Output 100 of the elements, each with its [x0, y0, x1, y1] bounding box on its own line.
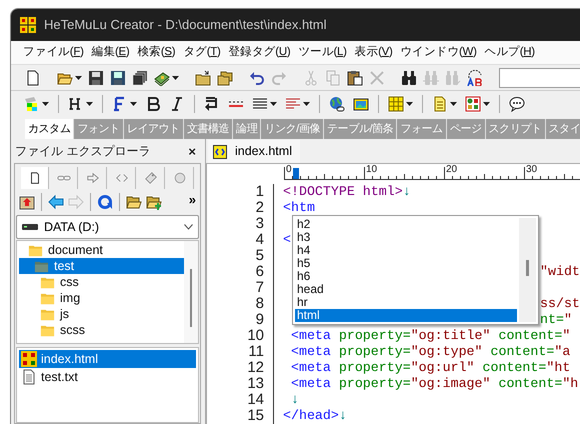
delete-icon [369, 70, 385, 86]
caret-icon [270, 102, 277, 106]
save-as-icon [110, 70, 126, 86]
book-icon [154, 70, 170, 86]
line-number: 11 [247, 344, 264, 360]
drive-icon [22, 224, 38, 230]
line-number: 5 [254, 248, 264, 264]
menu-item[interactable]: ツール(L) [298, 44, 347, 62]
find-next-icon [445, 70, 461, 86]
circle-icon [172, 171, 186, 185]
line-number: 6 [254, 264, 264, 280]
menu-item[interactable]: 編集(E) [92, 44, 130, 62]
menu-item[interactable]: タグ(T) [183, 44, 220, 62]
html-file-icon [213, 144, 227, 158]
menu-item[interactable]: ファイル(F) [23, 44, 84, 62]
completion-item[interactable]: head [295, 283, 517, 296]
code-token: "widt [540, 264, 580, 279]
menu-item[interactable]: 登録タグ(U) [228, 44, 290, 62]
caret-icon [406, 102, 413, 106]
spell-check-icon [467, 70, 483, 86]
line-number: 13 [246, 376, 264, 392]
menu-item[interactable]: 検索(S) [137, 44, 176, 62]
back-arrow-icon [48, 194, 64, 210]
app-logo-icon [21, 351, 37, 367]
arrow-right-icon [86, 171, 100, 185]
completion-item[interactable]: h6 [295, 270, 517, 283]
cursor-marker [293, 168, 299, 179]
tree-item[interactable]: img [19, 290, 184, 306]
editor-tab[interactable]: index.html [208, 140, 300, 163]
ruler-label: 10 [366, 165, 378, 175]
tree-item[interactable]: scss [19, 322, 184, 338]
drive-select[interactable]: DATA (D:) [16, 215, 199, 239]
completion-item[interactable]: hr [295, 296, 517, 309]
find-previous-icon [423, 70, 439, 86]
newline-mark: ↓ [402, 184, 411, 199]
code-token: property= [338, 360, 411, 375]
code-token: "h [562, 376, 578, 391]
caret-icon [303, 102, 310, 106]
code-token: property= [338, 376, 411, 391]
line-number: 14 [246, 392, 264, 408]
line-number: 7 [254, 280, 264, 296]
binoculars-icon [401, 70, 417, 86]
caret-icon [75, 76, 82, 80]
tree-item[interactable]: document [19, 242, 184, 258]
tree-item[interactable]: css [19, 274, 184, 290]
code-token: " [564, 312, 572, 327]
completion-item[interactable]: html [295, 309, 517, 322]
layout-grid-icon [465, 96, 481, 112]
scrollbar[interactable] [519, 218, 536, 322]
code-token: content= [497, 376, 562, 391]
window-title: HeTeMuLu Creator - D:\document\test\index.html [44, 16, 327, 34]
more-button[interactable]: » [188, 193, 196, 206]
speech-bubble-icon [509, 96, 525, 112]
completion-item[interactable]: h4 [295, 244, 517, 257]
new-file-icon [25, 70, 41, 86]
globe-link-icon [329, 96, 345, 112]
code-token: content= [482, 360, 546, 375]
menu-item[interactable]: ウインドウ(W) [400, 44, 477, 62]
code-token: </head> [283, 408, 339, 423]
forward-arrow-icon [68, 194, 84, 210]
code-token: "a [554, 344, 570, 359]
code-token: <htm [283, 200, 315, 215]
caret-icon [483, 102, 490, 106]
code-token: < [283, 232, 291, 247]
menu-item[interactable]: ヘルプ(H) [484, 44, 535, 62]
menu-item[interactable]: 表示(V) [354, 44, 393, 62]
drive-label: DATA (D:) [44, 218, 100, 236]
completion-item[interactable]: h5 [295, 257, 517, 270]
bold-icon [145, 96, 161, 112]
newline-mark: ↓ [338, 408, 347, 423]
file-item[interactable]: index.html [19, 350, 196, 368]
code-token: content= [489, 344, 554, 359]
panel-tab[interactable] [21, 167, 49, 189]
panel-title: ファイル エクスプローラ [15, 143, 150, 160]
table-icon [388, 96, 404, 112]
code-token: nt= [540, 312, 564, 327]
tree-item[interactable]: js [19, 306, 184, 322]
line-number: 4 [254, 232, 264, 248]
note-icon [432, 96, 448, 112]
code-token: "og:url" [410, 360, 475, 375]
line-break-icon [204, 96, 220, 112]
search-field[interactable] [499, 68, 580, 88]
file-item[interactable]: test.txt [19, 368, 196, 386]
caret-icon [130, 102, 137, 106]
line-number: 9 [254, 312, 264, 328]
code-token: property= [338, 344, 411, 359]
code-token: <meta [290, 360, 331, 375]
folders-icon [217, 70, 233, 86]
completion-item[interactable]: h2 [295, 218, 517, 231]
scrollbar[interactable] [184, 241, 198, 343]
caret-icon [172, 76, 179, 80]
folder-up-icon [195, 70, 211, 86]
close-button[interactable]: × [188, 144, 196, 158]
tag-icon [144, 171, 158, 185]
image-icon [353, 96, 369, 112]
folder-up-icon [19, 194, 35, 210]
completion-item[interactable]: h3 [295, 231, 517, 244]
code-token: " [562, 328, 570, 343]
tree-item[interactable]: test [19, 258, 184, 274]
tab[interactable]: カスタム [25, 119, 74, 139]
